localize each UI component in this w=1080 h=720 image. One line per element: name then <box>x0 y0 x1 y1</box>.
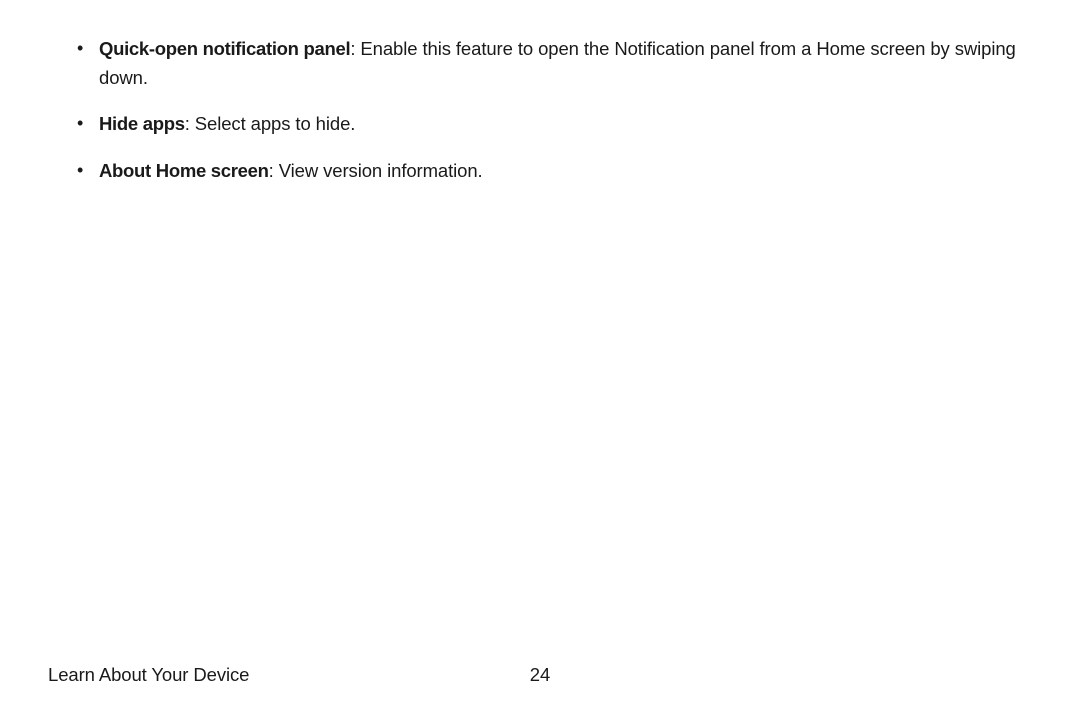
term: About Home screen <box>99 160 269 181</box>
list-item: Quick-open notification panel: Enable th… <box>75 35 1025 92</box>
footer-section-title: Learn About Your Device <box>48 664 249 686</box>
list-item: Hide apps: Select apps to hide. <box>75 110 1025 139</box>
page-number: 24 <box>530 664 550 686</box>
bullet-list: Quick-open notification panel: Enable th… <box>75 35 1025 186</box>
description: : View version information. <box>269 160 483 181</box>
description: : Select apps to hide. <box>185 113 356 134</box>
term: Quick-open notification panel <box>99 38 350 59</box>
list-item: About Home screen: View version informat… <box>75 157 1025 186</box>
term: Hide apps <box>99 113 185 134</box>
content-area: Quick-open notification panel: Enable th… <box>0 0 1080 186</box>
